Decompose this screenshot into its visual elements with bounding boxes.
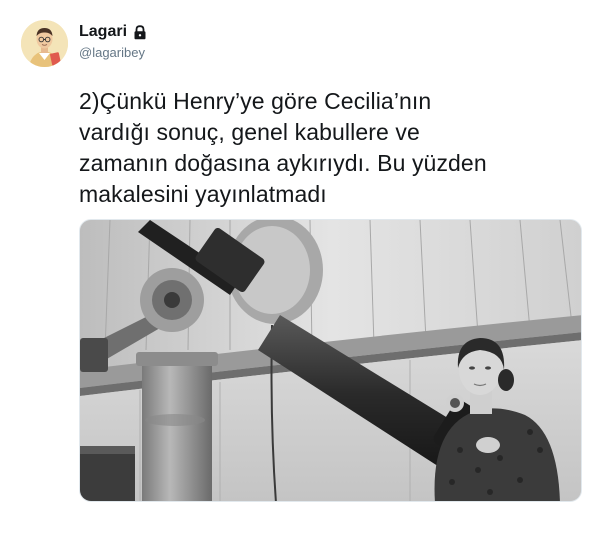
display-name[interactable]: Lagari <box>79 23 127 41</box>
name-row: Lagari <box>79 21 147 43</box>
tweet-text-line: 2)Çünkü Henry’ye göre Cecilia’nın <box>79 88 432 114</box>
tweet-photo[interactable] <box>79 219 582 502</box>
user-handle[interactable]: @lagaribey <box>79 45 147 60</box>
tweet-text-line: makalesini yayınlatmadı <box>79 181 327 207</box>
telescope-photo <box>80 220 581 501</box>
tweet-text-line: vardığı sonuç, genel kabullere ve <box>79 119 420 145</box>
avatar[interactable] <box>21 20 68 67</box>
tweet-text: 2)Çünkü Henry’ye göre Cecilia’nın vardığ… <box>79 86 589 210</box>
author-info: Lagari @lagaribey <box>79 21 147 60</box>
tweet-card: Lagari @lagaribey 2)Çünkü Henry’ye göre … <box>0 0 610 541</box>
lock-icon <box>133 24 147 40</box>
avatar-illustration <box>21 20 68 67</box>
tweet-text-line: zamanın doğasına aykırıydı. Bu yüzden <box>79 150 487 176</box>
